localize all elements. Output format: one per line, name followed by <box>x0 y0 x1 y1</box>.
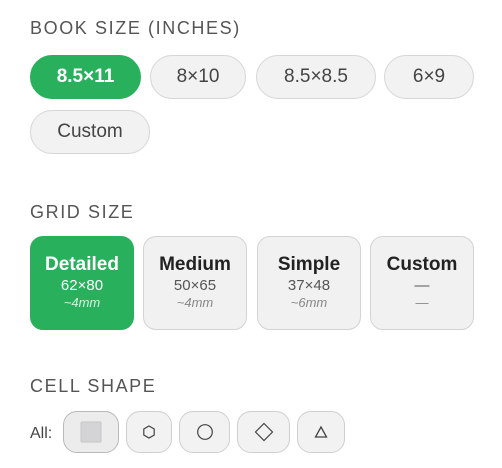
shape-circle-button[interactable] <box>179 411 230 453</box>
book-size-8x10-button[interactable]: 8×10 <box>150 55 246 99</box>
book-size-custom-button[interactable]: Custom <box>30 110 150 154</box>
grid-card-label: Medium <box>159 254 231 275</box>
shape-square-button[interactable] <box>63 411 119 453</box>
grid-card-label: Custom <box>386 254 458 275</box>
grid-card-cell-size: — <box>415 295 429 310</box>
square-icon <box>80 421 102 443</box>
shape-diamond-button[interactable] <box>237 411 290 453</box>
grid-size-medium-card[interactable]: Medium 50×65 ~4mm <box>143 236 247 330</box>
diamond-icon <box>254 422 273 442</box>
grid-card-cell-size: ~4mm <box>176 295 214 310</box>
book-size-8.5x8.5-button[interactable]: 8.5×8.5 <box>256 55 376 99</box>
cell-shape-title: CELL SHAPE <box>30 376 157 396</box>
grid-card-label: Simple <box>277 254 341 275</box>
grid-size-custom-card[interactable]: Custom — — <box>370 236 474 330</box>
book-size-8.5x11-button[interactable]: 8.5×11 <box>30 55 141 99</box>
triangle-icon <box>314 425 328 438</box>
book-size-title: BOOK SIZE (INCHES) <box>30 18 241 38</box>
shape-triangle-button[interactable] <box>297 411 345 453</box>
book-size-6x9-button[interactable]: 6×9 <box>384 55 474 99</box>
grid-size-simple-card[interactable]: Simple 37×48 ~6mm <box>257 236 361 330</box>
grid-card-cell-size: ~6mm <box>290 295 328 310</box>
hexagon-icon <box>143 425 155 439</box>
all-shapes-label: All: <box>30 425 53 442</box>
circle-icon <box>196 424 213 440</box>
grid-card-cell-size: ~4mm <box>63 295 101 310</box>
grid-size-title: GRID SIZE <box>30 202 135 222</box>
grid-size-detailed-card[interactable]: Detailed 62×80 ~4mm <box>30 236 134 330</box>
grid-card-dimensions: 50×65 <box>173 277 217 294</box>
grid-card-dimensions: — <box>414 277 430 294</box>
grid-card-label: Detailed <box>45 254 119 275</box>
grid-card-dimensions: 62×80 <box>60 277 104 294</box>
shape-hexagon-button[interactable] <box>126 411 172 453</box>
grid-card-dimensions: 37×48 <box>287 277 331 294</box>
